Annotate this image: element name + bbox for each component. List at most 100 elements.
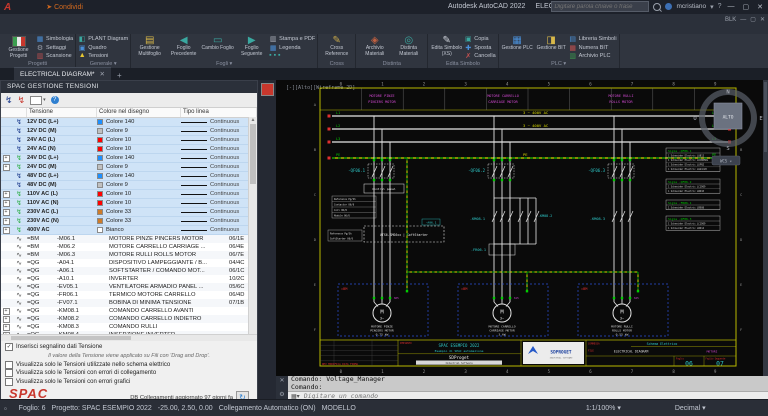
component-row[interactable]: ∿ =BM -M06.3 MOTORE RULLI ROLLS MOTOR 06… [1,251,257,259]
close-icon[interactable]: ✕ [276,377,288,384]
apply-color-icon[interactable]: ↯ [18,95,26,105]
ribbon-button[interactable]: ✎Edita Simbolo (XS) [430,35,463,58]
ribbon-button[interactable]: ▭Cambio Foglio [201,35,234,58]
ribbon-button[interactable]: ▣Copia [464,35,495,43]
chevron-down-icon[interactable]: ▾ [710,3,714,11]
ribbon-button[interactable]: ✚Sposta [464,43,495,51]
close-button[interactable]: ✕ [755,3,765,11]
ribbon-button[interactable]: ▪ ▪ ▪ [269,52,315,60]
component-row[interactable]: + ∿ =QG -KM08.1 COMANDO CARRELLO AVANTI [1,307,257,315]
share-button[interactable]: ➤ Condividi [46,3,83,11]
panel-title[interactable]: Edita Simbolo [428,60,497,68]
ribbon-button[interactable]: ▲Tensioni [78,52,128,60]
expand-icon[interactable]: + [3,308,10,315]
voltage-row[interactable]: ↯ 12V DC (M) Colore 9 Continuous [1,127,257,136]
voltage-row[interactable]: + ↯ 400V AC Bianco Continuous [1,226,257,235]
document-tab[interactable]: ELECTRICAL DIAGRAM* ✕ [14,67,111,80]
voltage-row[interactable]: + ↯ 24V DC (L+) Colore 140 Continuous [1,154,257,163]
checkbox-icon[interactable] [5,369,13,377]
voltage-row[interactable]: ↯ 24V AC (L) Colore 10 Continuous [1,136,257,145]
mdi-close-button[interactable]: ✕ [760,16,765,23]
panel-title[interactable]: Distinta [356,60,427,68]
autolink-toggle[interactable]: Collegamento Automatico (ON) [219,405,316,412]
component-row[interactable]: ∿ =BM -M06.2 MOTORE CARRELLO CARRIAGE ..… [1,243,257,251]
mdi-minimize-button[interactable]: — [740,17,746,23]
scrollbar-thumb[interactable] [250,124,256,184]
expand-icon[interactable]: + [3,155,10,162]
ribbon-button[interactable]: ▤Gestione Multifoglio [133,35,166,58]
ribbon-button[interactable]: ▦Legenda [269,43,315,51]
model-space-button[interactable]: MODELLO [322,405,356,412]
mdi-restore-button[interactable]: ▢ [750,16,756,23]
viewcube-east[interactable]: E [759,116,762,122]
viewcube-south[interactable]: S [726,146,729,152]
color-picker-dropdown[interactable]: ▾ [30,96,46,105]
component-row[interactable]: ∿ =QG -EV05.1 VENTILATORE ARMADIO PANEL … [1,283,257,291]
voltage-row[interactable]: ↯ 48V DC (M) Colore 9 Continuous [1,181,257,190]
expand-icon[interactable]: + [3,200,10,207]
ribbon-button[interactable]: ▶Foglio Seguente [235,35,268,58]
option-filter-connection-errors[interactable]: Visualizza solo le Tensioni con errori d… [5,369,253,378]
customize-icon[interactable]: ⚙ [276,391,288,398]
panel-title[interactable]: Cross [318,60,355,68]
component-row[interactable]: ∿ =QG -FV07.1 BOBINA DI MINIMA TENSIONE … [1,299,257,307]
checkbox-icon[interactable] [5,361,13,369]
ribbon-button[interactable]: ▥Scansione [36,52,73,60]
voltage-row[interactable]: ↯ 24V AC (N) Colore 10 Continuous [1,145,257,154]
component-row[interactable]: ∿ =QG -FR06.1 TERMICO MOTORE CARRELLO 06… [1,291,257,299]
voltage-row[interactable]: + ↯ 230V AC (N) Colore 33 Continuous [1,217,257,226]
ribbon-button[interactable]: ▥Stampa e PDF [269,35,315,43]
ribbon-button[interactable]: ◨Gestione BIT [535,35,568,52]
ribbon-button[interactable]: ◎Distinta Materiali [392,35,425,58]
ribbon-button[interactable]: Gestione Progetti [2,35,35,60]
add-voltage-icon[interactable]: ↯ [5,95,13,105]
checkbox-icon[interactable] [5,378,13,386]
ribbon-button[interactable]: ▤Libreria Simboli [569,35,617,43]
tab-close-icon[interactable]: ✕ [100,70,105,78]
expand-icon[interactable]: + [3,209,10,216]
expand-icon[interactable]: + [3,227,10,234]
window-icon[interactable]: ▫ [4,404,7,413]
expand-icon[interactable]: + [3,191,10,198]
signed-in-user[interactable]: mcristiano [676,3,706,10]
ribbon-button[interactable]: ▥Archivio PLC [569,52,617,60]
coordinates-display[interactable]: -25.00, 2.50, 0.00 [158,405,213,412]
option-filter-used[interactable]: Visualizza solo le Tensioni utilizzate n… [5,361,253,370]
drawing-canvas[interactable]: [-][Alto][Wireframe 2D] MOTORE PINZE PIN… [276,80,768,376]
expand-icon[interactable]: + [3,218,10,225]
expand-icon[interactable]: + [3,164,10,171]
palette-side-bar[interactable] [258,80,277,399]
viewcube-north[interactable]: N [726,90,729,96]
ribbon-button[interactable]: ▦Gestione PLC [501,35,534,52]
component-row[interactable]: + ∿ =QG -KM08.3 COMANDO RULLI [1,323,257,331]
search-input[interactable] [551,1,649,12]
component-row[interactable]: ∿ =QG -A10.1 INVERTER 10/2C [1,275,257,283]
voltage-row[interactable]: ↯ 48V DC (L+) Colore 140 Continuous [1,172,257,181]
search-icon[interactable] [653,3,661,11]
voltage-row[interactable]: + ↯ 110V AC (N) Colore 10 Continuous [1,199,257,208]
autocad-logo-icon[interactable]: A [4,2,11,13]
expand-icon[interactable]: + [3,324,10,331]
voltage-row[interactable]: + ↯ 110V AC (L) Colore 10 Continuous [1,190,257,199]
component-row[interactable]: ∿ =BM -M06.1 MOTORE PINZE PINCERS MOTOR … [1,235,257,243]
canvas-scrollbar[interactable] [763,80,768,376]
component-row[interactable]: + ∿ =QG -KM08.2 COMANDO CARRELLO INDIETR… [1,315,257,323]
help-icon[interactable]: ? [718,3,722,10]
info-icon[interactable]: ? [51,96,59,104]
ribbon-button[interactable]: ▦Simbologia [36,35,73,43]
ribbon-button[interactable]: ▦Numera BIT [569,43,617,51]
avatar[interactable] [665,3,672,10]
checkbox-checked-icon[interactable]: ✓ [5,343,13,351]
panel-title[interactable]: PLC ▾ [499,60,619,68]
ribbon-button[interactable]: ◈Archivio Materiali [358,35,391,58]
panel-title[interactable]: Fogli ▾ [131,60,317,68]
new-tab-button[interactable]: + [111,71,128,80]
ribbon-button[interactable]: ✗Cancella [464,52,495,60]
ribbon-button[interactable]: ✎Cross Reference [320,35,353,58]
option-insert-marker[interactable]: ✓Inserisci segnalino dati Tensione [5,343,253,352]
ribbon-button[interactable]: ◧PLANT Diagram [78,35,128,43]
scrollbar-thumb[interactable] [11,336,131,340]
ribbon-button[interactable]: ⚙Settaggi [36,43,73,51]
vertical-scrollbar[interactable]: ▲ [248,117,257,334]
ribbon-button[interactable]: ◀Foglio Precedente [167,35,200,58]
